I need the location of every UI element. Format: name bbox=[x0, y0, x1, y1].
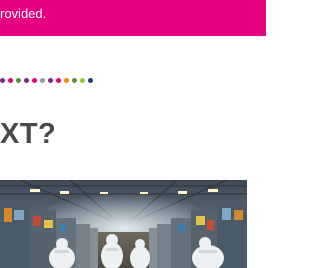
factory-photo bbox=[0, 180, 247, 268]
divider-dot bbox=[56, 77, 61, 83]
section-heading: XT? bbox=[0, 118, 57, 150]
divider-dot bbox=[64, 77, 69, 83]
divider-dot bbox=[40, 77, 45, 83]
divider-dot bbox=[72, 77, 77, 83]
notice-banner: rovided. bbox=[0, 0, 266, 36]
divider-dot bbox=[16, 77, 21, 83]
dotted-divider bbox=[0, 77, 93, 83]
divider-dot bbox=[88, 77, 93, 83]
banner-text-line-2: rovided. bbox=[0, 6, 47, 21]
divider-dot bbox=[0, 77, 5, 83]
divider-dot bbox=[48, 77, 53, 83]
divider-dot bbox=[24, 77, 29, 83]
factory-floor-image bbox=[0, 180, 247, 268]
divider-dot bbox=[32, 77, 37, 83]
divider-dot bbox=[8, 77, 13, 83]
divider-dot bbox=[80, 77, 85, 83]
